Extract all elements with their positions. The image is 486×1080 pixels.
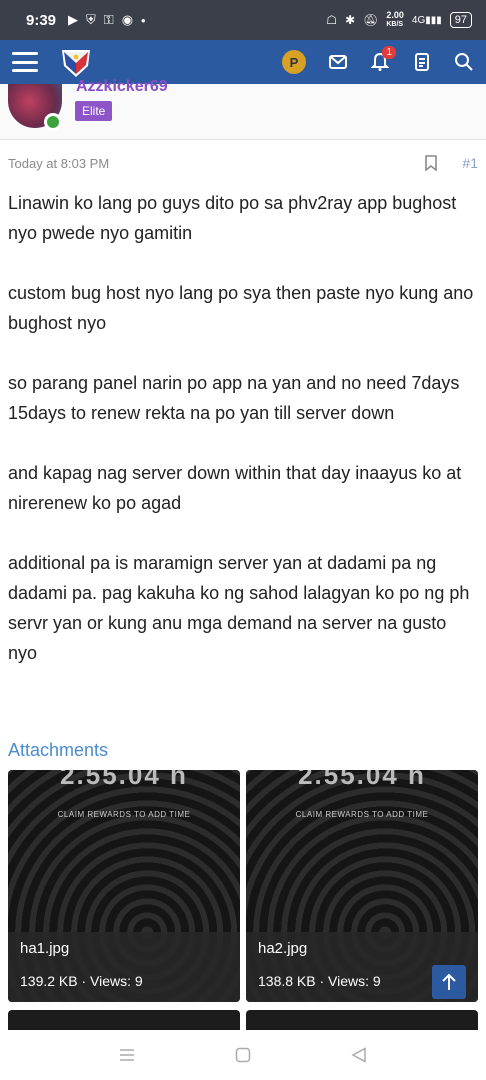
post-timestamp[interactable]: Today at 8:03 PM xyxy=(8,156,109,171)
attachments-heading: Attachments xyxy=(8,740,109,760)
app-navbar: P 1 xyxy=(0,40,486,84)
post-paragraph: additional pa is maramign server yan at … xyxy=(8,553,470,663)
system-navigation-bar xyxy=(0,1030,486,1080)
attachment-thumbnail-partial[interactable] xyxy=(246,1010,478,1030)
attachment-filename: ha1.jpg xyxy=(20,940,70,957)
shield-icon: ⛨ xyxy=(86,12,96,27)
status-bar: 9:39 ▶ ⛨ ⚿ ◉ • ☖ ✱ 🔕︎ 2.00 KB/S 4G▮▮▮ 97 xyxy=(0,0,486,40)
attachment-thumbnail-partial[interactable] xyxy=(8,1010,240,1030)
post-number[interactable]: #1 xyxy=(462,155,478,171)
post-author: Azzkicker69 Elite xyxy=(0,78,486,140)
mute-icon: 🔕︎ xyxy=(363,13,379,27)
attachment-image-banner: CLAIM REWARDS TO ADD TIME xyxy=(57,810,191,819)
arrow-up-icon xyxy=(442,973,456,990)
home-icon[interactable] xyxy=(235,1047,251,1063)
attachment-image-banner: CLAIM REWARDS TO ADD TIME xyxy=(295,810,429,819)
youtube-icon: ▶ xyxy=(68,12,79,27)
online-status-icon xyxy=(44,113,62,131)
attachment-caption: ha1.jpg 139.2 KB · Views: 9 xyxy=(8,932,240,1002)
incognito-icon: ☖ xyxy=(326,13,338,27)
search-icon[interactable] xyxy=(454,52,474,72)
author-username[interactable]: Azzkicker69 xyxy=(76,78,168,96)
back-icon[interactable] xyxy=(351,1047,367,1063)
attachment-image-text: 2.55.04 h xyxy=(60,770,188,790)
attachment-meta: 139.2 KB · Views: 9 xyxy=(20,973,143,989)
rank-badge: Elite xyxy=(75,101,113,121)
signal-icon: 4G▮▮▮ xyxy=(411,14,442,26)
envelope-icon[interactable] xyxy=(328,52,348,72)
recents-icon[interactable] xyxy=(119,1048,135,1062)
post-content: Linawin ko lang po guys dito po sa phv2r… xyxy=(8,188,474,698)
attachment-filename: ha2.jpg xyxy=(258,940,308,957)
attachment-thumbnail[interactable]: 2.55.04 h CLAIM REWARDS TO ADD TIME ha1.… xyxy=(8,770,240,1002)
post-paragraph: Linawin ko lang po guys dito po sa phv2r… xyxy=(8,193,457,243)
bookmark-icon[interactable] xyxy=(424,155,438,171)
document-icon[interactable] xyxy=(412,52,432,72)
status-notification-icons: ▶ ⛨ ⚿ ◉ • xyxy=(68,12,146,28)
key-icon: ⚿ xyxy=(103,12,114,27)
post-meta: Today at 8:03 PM #1 xyxy=(8,153,478,173)
notifications-button[interactable]: 1 xyxy=(370,46,396,72)
site-logo[interactable] xyxy=(58,44,94,80)
dot-icon: • xyxy=(141,12,146,28)
scroll-to-top-button[interactable] xyxy=(432,965,466,999)
notification-count: 1 xyxy=(382,46,396,59)
bluetooth-icon: ✱ xyxy=(345,13,356,27)
status-system-icons: ☖ ✱ 🔕︎ 2.00 KB/S 4G▮▮▮ 97 xyxy=(326,11,472,29)
network-speed: 2.00 KB/S xyxy=(386,10,404,29)
post-paragraph: so parang panel narin po app na yan and … xyxy=(8,373,460,423)
post-paragraph: custom bug host nyo lang po sya then pas… xyxy=(8,283,474,333)
post-paragraph: and kapag nag server down within that da… xyxy=(8,463,462,513)
menu-icon[interactable] xyxy=(12,52,38,72)
battery-icon: 97 xyxy=(449,12,472,28)
points-badge[interactable]: P xyxy=(282,50,306,74)
attachment-image-text: 2.55.04 h xyxy=(298,770,426,790)
chrome-icon: ◉ xyxy=(121,12,134,27)
status-time: 9:39 xyxy=(26,11,57,29)
